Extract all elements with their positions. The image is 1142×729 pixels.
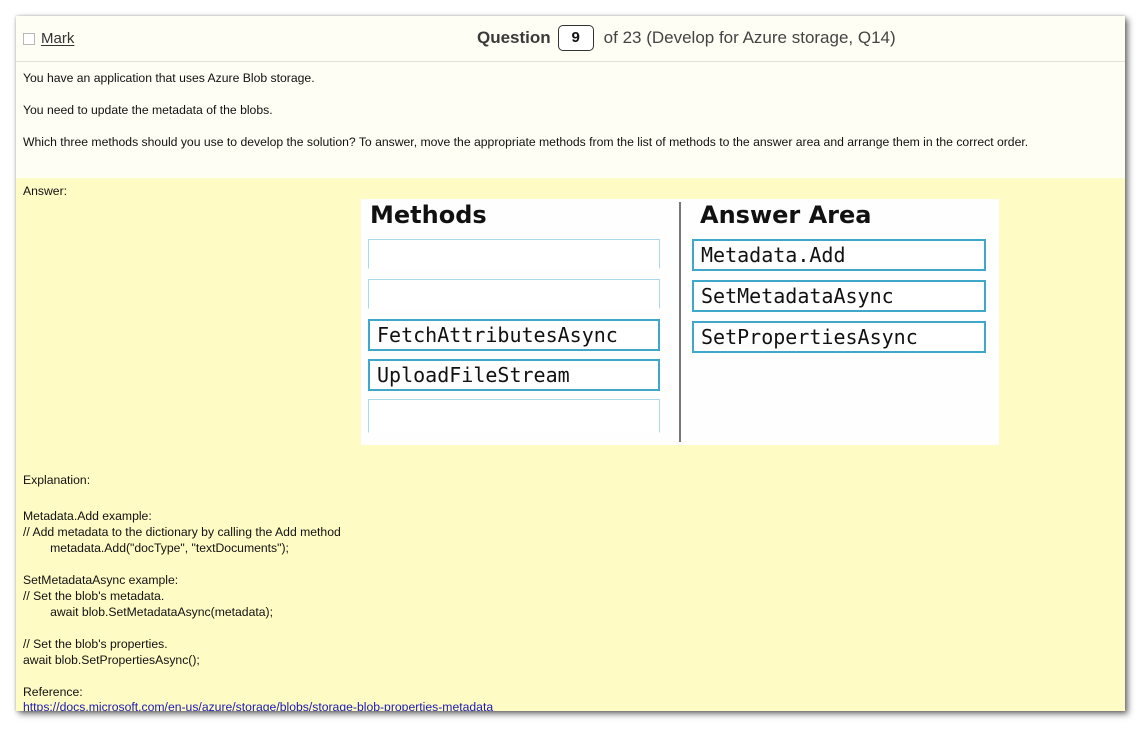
explanation-line: // Set the blob's metadata.: [23, 589, 165, 603]
answer-label: SetPropertiesAsync: [701, 325, 918, 349]
question-line-1: You have an application that uses Azure …: [23, 71, 315, 85]
method-slot[interactable]: FetchAttributesAsync: [368, 319, 660, 351]
question-total: of 23 (Develop for Azure storage, Q14): [603, 28, 896, 47]
question-text: You have an application that uses Azure …: [16, 62, 1125, 178]
answer-area-title: Answer Area: [700, 201, 872, 229]
question-number-input[interactable]: 9: [557, 25, 594, 51]
question-header: Mark Question 9 of 23 (Develop for Azure…: [16, 16, 1125, 62]
explanation-line: Metadata.Add example:: [23, 509, 152, 523]
answer-label: Metadata.Add: [701, 243, 846, 267]
answer-slot[interactable]: SetMetadataAsync: [692, 280, 986, 312]
explanation-label: Explanation:: [23, 473, 91, 487]
method-slot[interactable]: [368, 399, 660, 433]
explanation-line: SetMetadataAsync example:: [23, 573, 179, 587]
answer-exhibit: Methods Answer Area FetchAttributesAsync…: [361, 199, 999, 445]
checkbox-icon[interactable]: [23, 32, 35, 45]
question-word: Question: [477, 28, 551, 47]
mark-checkbox[interactable]: Mark: [23, 30, 74, 47]
question-line-2: You need to update the metadata of the b…: [23, 103, 273, 117]
answer-label: Answer:: [23, 184, 68, 198]
method-slot[interactable]: UploadFileStream: [368, 359, 660, 391]
method-label: UploadFileStream: [377, 363, 570, 387]
answer-panel: Answer: Methods Answer Area FetchAttribu…: [16, 178, 1125, 711]
explanation-line: // Set the blob's properties.: [23, 637, 168, 651]
answer-label: SetMetadataAsync: [701, 284, 894, 308]
method-slot[interactable]: [368, 279, 660, 309]
explanation-line: await blob.SetPropertiesAsync();: [23, 653, 200, 667]
explanation-line: // Add metadata to the dictionary by cal…: [23, 525, 341, 539]
methods-title: Methods: [370, 201, 487, 229]
answer-slot[interactable]: Metadata.Add: [692, 239, 986, 271]
method-slot[interactable]: [368, 239, 660, 269]
question-window: Mark Question 9 of 23 (Develop for Azure…: [16, 16, 1125, 711]
reference-label: Reference:: [23, 685, 83, 699]
question-line-3: Which three methods should you use to de…: [23, 135, 1029, 149]
explanation-line: await blob.SetMetadataAsync(metadata);: [23, 605, 273, 619]
mark-label[interactable]: Mark: [41, 30, 74, 47]
question-navigator: Question 9 of 23 (Develop for Azure stor…: [477, 25, 896, 51]
reference-link[interactable]: https://docs.microsoft.com/en-us/azure/s…: [23, 700, 493, 711]
explanation-line: metadata.Add("docType", "textDocuments")…: [23, 541, 289, 555]
column-divider: [679, 202, 681, 442]
answer-slot[interactable]: SetPropertiesAsync: [692, 321, 986, 353]
method-label: FetchAttributesAsync: [377, 323, 618, 347]
